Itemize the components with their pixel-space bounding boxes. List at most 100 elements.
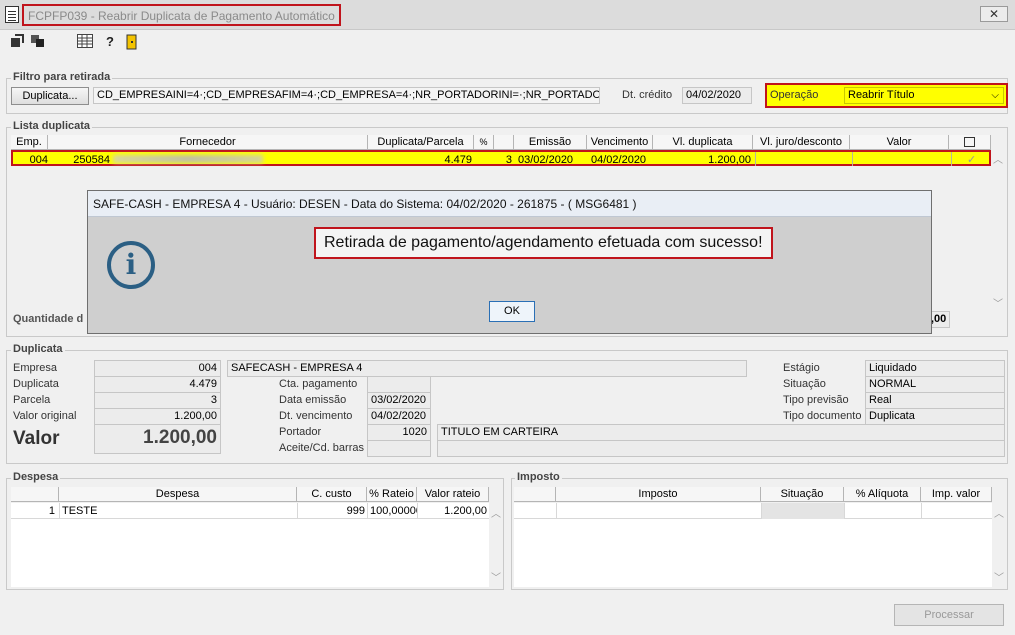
situacao-label: Situação (783, 378, 826, 390)
row-fornecedor-code: 250584 (73, 154, 110, 166)
despesa-col-rateio[interactable]: % Rateio (367, 487, 417, 502)
duplicata-group-label: Duplicata (11, 343, 65, 355)
table-row[interactable]: 1 TESTE 999 100,00000 1.200,00 (11, 503, 489, 519)
estagio-label: Estágio (783, 362, 820, 374)
empresa-label: Empresa (13, 362, 58, 374)
portador-desc-field: TITULO EM CARTEIRA (437, 424, 1005, 441)
col-vl-duplicata[interactable]: Vl. duplicata (653, 135, 753, 150)
operacao-value: Reabrir Título (848, 89, 915, 101)
operacao-select[interactable]: Reabrir Título ⌵ (844, 87, 1004, 104)
lista-scroll-down[interactable]: ﹀ (991, 295, 1005, 310)
imposto-scroll-up[interactable]: ︿ (992, 505, 1006, 520)
close-button[interactable]: ✕ (980, 6, 1008, 22)
chevron-down-icon: ⌵ (991, 90, 999, 101)
tipo-previsao-label: Tipo previsão (783, 394, 849, 406)
despesa-header: Despesa C. custo % Rateio Valor rateio (11, 487, 489, 503)
total-field: ,00 (930, 311, 950, 328)
imposto-table-body (514, 503, 992, 587)
despesa-row-rateio: 100,00000 (367, 503, 417, 519)
despesa-col-valor[interactable]: Valor rateio (417, 487, 489, 502)
imposto-col-valor[interactable]: Imp. valor (921, 487, 992, 502)
lista-label: Lista duplicata (11, 120, 93, 132)
imposto-col-situacao[interactable]: Situação (761, 487, 844, 502)
imposto-header: Imposto Situação % Alíquota Imp. valor (514, 487, 992, 503)
window-title: FCPFP039 - Reabrir Duplicata de Pagament… (22, 4, 341, 26)
valor-label: Valor (13, 428, 60, 449)
duplicata-button[interactable]: Duplicata... (11, 87, 89, 105)
despesa-scroll-down[interactable]: ﹀ (489, 569, 503, 584)
despesa-scroll-up[interactable]: ︿ (489, 505, 503, 520)
valor-original-field: 1.200,00 (94, 408, 221, 425)
despesa-col-despesa[interactable]: Despesa (59, 487, 297, 502)
despesa-row-num: 1 (48, 505, 55, 517)
despesa-col-num[interactable] (11, 487, 59, 502)
help-icon[interactable]: ? (102, 34, 118, 50)
document-icon (5, 6, 19, 23)
filtro-label: Filtro para retirada (11, 71, 113, 83)
parcela-field: 3 (94, 392, 221, 409)
info-icon: i (107, 241, 155, 289)
aceite-barcode-field (437, 440, 1005, 457)
col-select-all[interactable] (949, 135, 991, 150)
quantidade-label: Quantidade d (13, 313, 84, 325)
row-parcela: 3 (505, 154, 512, 166)
message-dialog: SAFE-CASH - EMPRESA 4 - Usuário: DESEN -… (87, 190, 932, 334)
despesa-row-ccusto: 999 (297, 503, 367, 519)
dt-credito-label: Dt. crédito (622, 89, 673, 101)
imposto-col-aliquota[interactable]: % Alíquota (844, 487, 921, 502)
ok-button[interactable]: OK (489, 301, 535, 322)
lista-scroll-up[interactable]: ︿ (991, 151, 1005, 166)
despesa-label: Despesa (11, 471, 61, 483)
portador-label: Portador (279, 426, 322, 438)
col-fornecedor[interactable]: Fornecedor (48, 135, 368, 150)
col-duplicata-parcela[interactable]: Duplicata/Parcela (368, 135, 474, 150)
row-checkbox[interactable]: ✓ (965, 152, 979, 168)
blurred-supplier-name (113, 155, 263, 163)
row-duplicata: 4.479 (444, 154, 472, 166)
col-emp[interactable]: Emp. (11, 135, 48, 150)
col-blank[interactable] (494, 135, 514, 150)
empresa-name-field: SAFECASH - EMPRESA 4 (227, 360, 747, 377)
copy-icon[interactable] (30, 34, 46, 50)
checkbox-icon (964, 137, 975, 147)
imposto-label: Imposto (515, 471, 562, 483)
row-vencimento: 04/02/2020 (591, 154, 647, 166)
filter-value-field[interactable]: CD_EMPRESAINI=4·;CD_EMPRESAFIM=4·;CD_EMP… (93, 87, 600, 104)
despesa-row-despesa: TESTE (59, 503, 295, 519)
tipo-previsao-field: Real (865, 392, 1005, 409)
col-valor[interactable]: Valor (850, 135, 949, 150)
row-emissao: 03/02/2020 (518, 154, 574, 166)
processar-button[interactable]: Processar (894, 604, 1004, 626)
dt-vencimento-field: 04/02/2020 (367, 408, 431, 425)
col-percent[interactable]: % (474, 135, 494, 150)
col-vencimento[interactable]: Vencimento (587, 135, 653, 150)
data-emissao-field: 03/02/2020 (367, 392, 431, 409)
exit-door-icon[interactable] (124, 34, 140, 50)
portador-field: 1020 (367, 424, 431, 441)
imposto-col-imposto[interactable]: Imposto (556, 487, 761, 502)
export-icon[interactable] (9, 34, 25, 50)
col-vl-juro[interactable]: Vl. juro/desconto (753, 135, 850, 150)
tipo-documento-field: Duplicata (865, 408, 1005, 425)
table-row[interactable] (514, 503, 992, 519)
col-emissao[interactable]: Emissão (514, 135, 587, 150)
valor-field: 1.200,00 (94, 424, 221, 454)
lista-header: Emp. Fornecedor Duplicata/Parcela % Emis… (11, 135, 991, 150)
despesa-table-body: 1 TESTE 999 100,00000 1.200,00 (11, 503, 489, 587)
cta-pagamento-field (367, 376, 431, 393)
imposto-scroll-down[interactable]: ﹀ (992, 569, 1006, 584)
row-emp: 004 (29, 154, 48, 166)
grid-icon[interactable] (77, 34, 93, 50)
data-emissao-label: Data emissão (279, 394, 347, 406)
despesa-col-ccusto[interactable]: C. custo (297, 487, 367, 502)
imposto-col-num[interactable] (514, 487, 556, 502)
dt-credito-field[interactable]: 04/02/2020 (682, 87, 752, 104)
cta-pagamento-label: Cta. pagamento (279, 378, 358, 390)
situacao-field: NORMAL (865, 376, 1005, 393)
aceite-label: Aceite/Cd. barras (279, 442, 364, 454)
operacao-highlight: Operação Reabrir Título ⌵ (765, 83, 1008, 108)
table-row[interactable]: 004 250584 4.479 3 03/02/2020 04/02/2020… (11, 150, 991, 166)
empresa-field: 004 (94, 360, 221, 377)
duplicata-field: 4.479 (94, 376, 221, 393)
dt-vencimento-label: Dt. vencimento (279, 410, 353, 422)
